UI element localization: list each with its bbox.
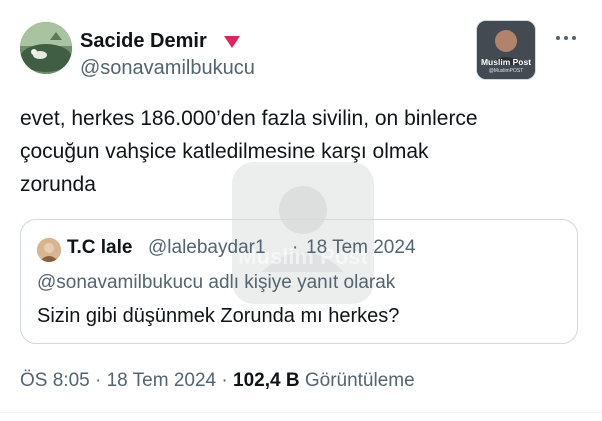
meta-separator: · [221, 370, 228, 391]
author-handle[interactable]: @sonavamilbukucu [80, 57, 255, 80]
more-options-icon[interactable] [552, 28, 580, 48]
avatar-landscape-image [20, 22, 72, 74]
badge-title: Muslim Post [480, 57, 532, 67]
quoted-separator: · [292, 237, 299, 258]
tweet-meta: ÖS 8:05 · 18 Tem 2024 · 102,4 B Görüntül… [20, 370, 415, 392]
quoted-handle[interactable]: @lalebaydar1 [148, 237, 266, 259]
tweet-text: evet, herkes 186.000’den fazla sivilin, … [20, 107, 478, 196]
tweet-date[interactable]: 18 Tem 2024 [107, 370, 217, 391]
quoted-date[interactable]: 18 Tem 2024 [306, 237, 416, 259]
author-avatar[interactable] [20, 22, 72, 74]
quoted-text: Sizin gibi düşünmek Zorunda mı herkes? [37, 305, 400, 327]
quoted-display-name[interactable]: T.C lale [67, 237, 132, 259]
red-heart-triangle-icon [222, 33, 242, 51]
quoted-author-avatar[interactable] [37, 238, 61, 262]
meta-separator: · [95, 370, 102, 391]
views-label: Görüntüleme [304, 370, 415, 391]
author-display-name[interactable]: Sacide Demir [80, 30, 207, 53]
quoted-reply-context: @sonavamilbukucu adlı kişiye yanıt olara… [37, 272, 396, 293]
divider [0, 412, 602, 413]
badge-subtitle: @MuslimPOST [488, 68, 524, 74]
views-count[interactable]: 102,4 B [233, 370, 300, 391]
quoted-tweet[interactable]: T.C lale @lalebaydar1 · 18 Tem 2024 @son… [20, 219, 578, 344]
muslim-post-badge[interactable]: Muslim Post @MuslimPOST [476, 20, 536, 80]
tweet-time[interactable]: ÖS 8:05 [20, 370, 90, 391]
